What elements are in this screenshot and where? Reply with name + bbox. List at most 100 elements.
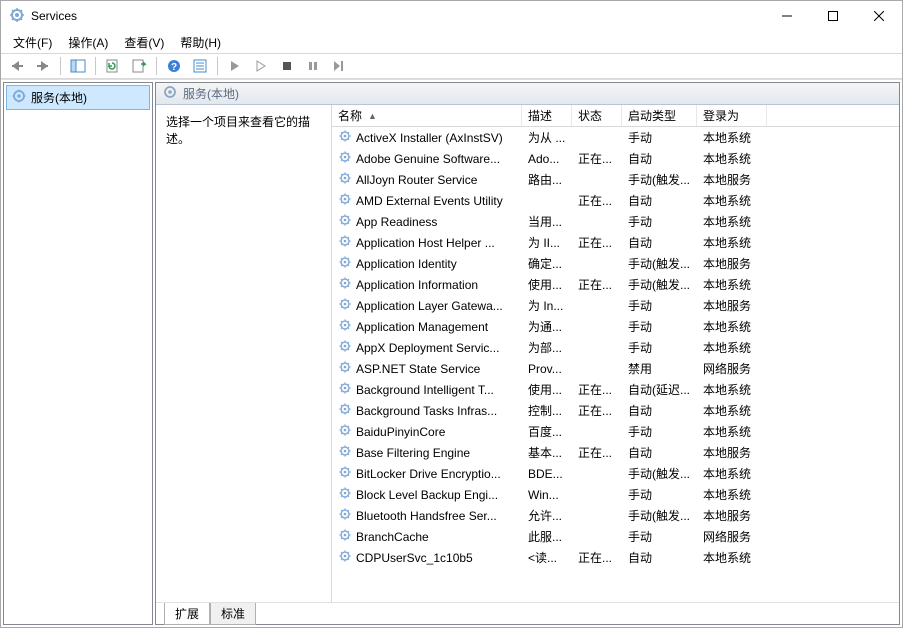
service-row[interactable]: ASP.NET State ServiceProv...禁用网络服务 <box>332 358 899 379</box>
nav-forward-button[interactable] <box>31 55 55 77</box>
column-description[interactable]: 描述 <box>522 105 572 126</box>
service-row[interactable]: Block Level Backup Engi...Win...手动本地系统 <box>332 484 899 505</box>
service-row[interactable]: AllJoyn Router Service路由...手动(触发...本地服务 <box>332 169 899 190</box>
properties-button[interactable] <box>188 55 212 77</box>
nav-back-button[interactable] <box>5 55 29 77</box>
service-desc-cell: 允许... <box>522 507 572 524</box>
service-gear-icon <box>338 318 352 335</box>
service-row[interactable]: BranchCache此服...手动网络服务 <box>332 526 899 547</box>
service-logon-cell: 本地系统 <box>697 423 767 440</box>
list-body[interactable]: ActiveX Installer (AxInstSV)为从 ...手动本地系统… <box>332 127 899 602</box>
service-gear-icon <box>338 255 352 272</box>
svg-text:?: ? <box>171 62 177 73</box>
service-gear-icon <box>338 528 352 545</box>
service-row[interactable]: Application Information使用...正在...手动(触发..… <box>332 274 899 295</box>
service-desc-cell: 使用... <box>522 276 572 293</box>
maximize-button[interactable] <box>810 1 856 31</box>
service-desc-cell: 百度... <box>522 423 572 440</box>
panel-header: 服务(本地) <box>156 83 899 105</box>
service-name-cell: Application Management <box>332 318 522 335</box>
service-name-cell: Bluetooth Handsfree Ser... <box>332 507 522 524</box>
service-desc-cell: 控制... <box>522 402 572 419</box>
menu-action[interactable]: 操作(A) <box>60 32 116 53</box>
export-list-button[interactable] <box>127 55 151 77</box>
service-row[interactable]: Bluetooth Handsfree Ser...允许...手动(触发...本… <box>332 505 899 526</box>
service-row[interactable]: Application Host Helper ...为 II...正在...自… <box>332 232 899 253</box>
help-button[interactable]: ? <box>162 55 186 77</box>
service-row[interactable]: BitLocker Drive Encryptio...BDE...手动(触发.… <box>332 463 899 484</box>
service-status-cell: 正在... <box>572 444 622 461</box>
service-row[interactable]: Application Management为通...手动本地系统 <box>332 316 899 337</box>
service-gear-icon <box>338 465 352 482</box>
service-name-cell: App Readiness <box>332 213 522 230</box>
main-content: 服务(本地) 服务(本地) 选择一个项目来查看它的描述。 名称▲ 描述 状态 启… <box>1 79 902 627</box>
service-gear-icon <box>338 234 352 251</box>
service-logon-cell: 网络服务 <box>697 360 767 377</box>
service-row[interactable]: BaiduPinyinCore百度...手动本地系统 <box>332 421 899 442</box>
service-status-cell: 正在... <box>572 192 622 209</box>
service-row[interactable]: Application Identity确定...手动(触发...本地服务 <box>332 253 899 274</box>
service-start-cell: 手动(触发... <box>622 171 697 188</box>
service-row[interactable]: Background Intelligent T...使用...正在...自动(… <box>332 379 899 400</box>
service-gear-icon <box>338 381 352 398</box>
service-gear-icon <box>338 549 352 566</box>
restart-service-button[interactable] <box>327 55 351 77</box>
service-row[interactable]: Adobe Genuine Software...Ado...正在...自动本地… <box>332 148 899 169</box>
tab-standard[interactable]: 标准 <box>210 603 256 625</box>
description-panel: 选择一个项目来查看它的描述。 <box>156 105 331 602</box>
service-row[interactable]: Application Layer Gatewa...为 In...手动本地服务 <box>332 295 899 316</box>
tab-extended[interactable]: 扩展 <box>164 603 210 625</box>
service-row[interactable]: ActiveX Installer (AxInstSV)为从 ...手动本地系统 <box>332 127 899 148</box>
refresh-button[interactable] <box>101 55 125 77</box>
toolbar-separator <box>60 57 61 75</box>
service-desc-cell: 当用... <box>522 213 572 230</box>
minimize-button[interactable] <box>764 1 810 31</box>
menu-bar: 文件(F) 操作(A) 查看(V) 帮助(H) <box>1 31 902 53</box>
tree-panel[interactable]: 服务(本地) <box>3 82 153 625</box>
service-start-cell: 手动(触发... <box>622 507 697 524</box>
services-icon <box>9 7 25 26</box>
service-row[interactable]: AppX Deployment Servic...为部...手动本地系统 <box>332 337 899 358</box>
menu-view[interactable]: 查看(V) <box>116 32 172 53</box>
column-status[interactable]: 状态 <box>572 105 622 126</box>
start-service-button[interactable] <box>223 55 247 77</box>
service-status-cell: 正在... <box>572 234 622 251</box>
service-row[interactable]: CDPUserSvc_1c10b5<读...正在...自动本地系统 <box>332 547 899 568</box>
service-name-cell: BranchCache <box>332 528 522 545</box>
service-row[interactable]: Background Tasks Infras...控制...正在...自动本地… <box>332 400 899 421</box>
service-name-cell: ASP.NET State Service <box>332 360 522 377</box>
service-start-cell: 手动 <box>622 318 697 335</box>
pause-button[interactable] <box>301 55 325 77</box>
close-button[interactable] <box>856 1 902 31</box>
service-name-cell: Block Level Backup Engi... <box>332 486 522 503</box>
service-desc-cell: 此服... <box>522 528 572 545</box>
service-name-cell: BitLocker Drive Encryptio... <box>332 465 522 482</box>
window-title: Services <box>31 9 764 23</box>
service-name-cell: AMD External Events Utility <box>332 192 522 209</box>
service-start-cell: 自动 <box>622 192 697 209</box>
column-startup-type[interactable]: 启动类型 <box>622 105 697 126</box>
service-gear-icon <box>338 150 352 167</box>
title-bar: Services <box>1 1 902 31</box>
service-desc-cell: 为部... <box>522 339 572 356</box>
service-start-cell: 手动 <box>622 528 697 545</box>
column-name[interactable]: 名称▲ <box>332 105 522 126</box>
service-gear-icon <box>338 192 352 209</box>
service-row[interactable]: App Readiness当用...手动本地系统 <box>332 211 899 232</box>
services-tree-icon <box>11 88 27 107</box>
service-row[interactable]: Base Filtering Engine基本...正在...自动本地服务 <box>332 442 899 463</box>
show-hide-tree-button[interactable] <box>66 55 90 77</box>
menu-help[interactable]: 帮助(H) <box>172 32 229 53</box>
service-desc-cell: BDE... <box>522 467 572 481</box>
tree-item-services-local[interactable]: 服务(本地) <box>6 85 150 110</box>
service-logon-cell: 本地系统 <box>697 339 767 356</box>
service-start-cell: 手动 <box>622 486 697 503</box>
service-desc-cell: 基本... <box>522 444 572 461</box>
service-status-cell: 正在... <box>572 150 622 167</box>
pause-service-button[interactable] <box>249 55 273 77</box>
column-logon-as[interactable]: 登录为 <box>697 105 767 126</box>
panel-title: 服务(本地) <box>183 85 239 102</box>
service-row[interactable]: AMD External Events Utility正在...自动本地系统 <box>332 190 899 211</box>
stop-service-button[interactable] <box>275 55 299 77</box>
menu-file[interactable]: 文件(F) <box>5 32 60 53</box>
